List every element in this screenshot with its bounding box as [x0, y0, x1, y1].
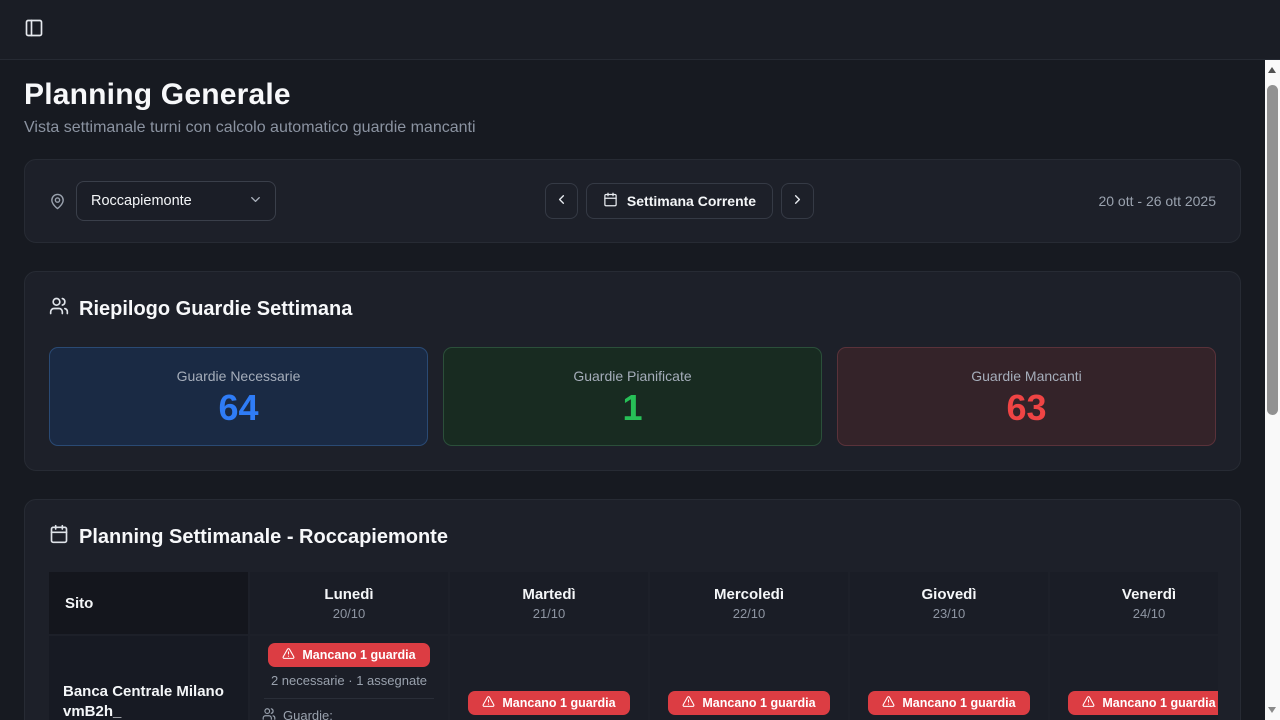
table-header-row: Sito Lunedì 20/10 Martedì 21/10 Mercoled…	[49, 572, 1218, 634]
page-title: Planning Generale	[24, 78, 1241, 112]
day-date: 20/10	[333, 606, 366, 621]
planning-title: Planning Settimanale - Roccapiemonte	[79, 526, 448, 549]
chevron-right-icon	[790, 192, 805, 210]
day-date: 21/10	[533, 606, 566, 621]
next-week-button[interactable]	[781, 183, 814, 219]
missing-guard-badge: Mancano 1 guardia	[268, 643, 429, 667]
planning-table: Sito Lunedì 20/10 Martedì 21/10 Mercoled…	[49, 572, 1218, 720]
column-header-sito: Sito	[49, 572, 250, 634]
prev-week-button[interactable]	[545, 183, 578, 219]
summary-title: Riepilogo Guardie Settimana	[79, 298, 352, 321]
column-header-venerdi: Venerdì 24/10	[1050, 572, 1218, 634]
filter-bar: Roccapiemonte Settimana Corrente	[24, 159, 1241, 243]
column-header-lunedi: Lunedì 20/10	[250, 572, 450, 634]
table-row: Banca Centrale Milano vmB2h_ Mancano 1 g…	[49, 636, 1218, 720]
day-date: 22/10	[733, 606, 766, 621]
day-name: Lunedì	[324, 586, 373, 603]
planning-card: Planning Settimanale - Roccapiemonte Sit…	[24, 499, 1241, 720]
sidebar-toggle-button[interactable]	[18, 14, 50, 46]
day-name: Giovedì	[921, 586, 976, 603]
missing-guard-badge: Mancano 1 guardia	[668, 691, 829, 715]
column-header-martedi: Martedì 21/10	[450, 572, 650, 634]
scrollbar-thumb[interactable]	[1267, 85, 1278, 415]
calendar-icon	[49, 524, 69, 550]
day-name: Venerdì	[1122, 586, 1176, 603]
cell-martedi: Mancano 1 guardia 1 necessarie · 0 asseg…	[450, 636, 650, 720]
page-subtitle: Vista settimanale turni con calcolo auto…	[24, 119, 1241, 137]
users-icon	[262, 707, 276, 720]
site-select[interactable]: Roccapiemonte	[76, 181, 276, 221]
scroll-up-arrow-icon[interactable]	[1268, 67, 1276, 73]
chevron-down-icon	[248, 192, 263, 211]
stat-value: 1	[622, 390, 642, 426]
cell-lunedi: Mancano 1 guardia 2 necessarie · 1 asseg…	[250, 636, 450, 720]
warning-triangle-icon	[682, 695, 695, 711]
users-icon	[49, 296, 69, 322]
stat-label: Guardie Necessarie	[177, 368, 301, 384]
badge-label: Mancano 1 guardia	[1102, 696, 1215, 710]
divider	[264, 698, 434, 699]
scroll-down-arrow-icon[interactable]	[1268, 707, 1276, 713]
current-week-label: Settimana Corrente	[627, 193, 756, 209]
missing-guard-badge: Mancano 1 guardia	[468, 691, 629, 715]
summary-card: Riepilogo Guardie Settimana Guardie Nece…	[24, 271, 1241, 471]
column-header-mercoledi: Mercoledì 22/10	[650, 572, 850, 634]
vertical-scrollbar[interactable]	[1265, 60, 1280, 720]
badge-label: Mancano 1 guardia	[902, 696, 1015, 710]
missing-guard-badge: Mancano 1 guardia	[868, 691, 1029, 715]
column-header-giovedi: Giovedì 23/10	[850, 572, 1050, 634]
day-date: 24/10	[1133, 606, 1166, 621]
stat-value: 63	[1006, 390, 1046, 426]
warning-triangle-icon	[1082, 695, 1095, 711]
stat-label: Guardie Pianificate	[573, 368, 691, 384]
warning-triangle-icon	[482, 695, 495, 711]
stat-value: 64	[218, 390, 258, 426]
stat-guardie-mancanti: Guardie Mancanti 63	[837, 347, 1216, 446]
guards-label: Guardie:	[283, 708, 333, 720]
panel-left-icon	[24, 18, 44, 41]
day-name: Mercoledì	[714, 586, 784, 603]
cell-mercoledi: Mancano 1 guardia 1 necessarie · 0 asseg…	[650, 636, 850, 720]
stat-guardie-pianificate: Guardie Pianificate 1	[443, 347, 822, 446]
stat-label: Guardie Mancanti	[971, 368, 1082, 384]
main-content: Planning Generale Vista settimanale turn…	[0, 60, 1265, 720]
site-select-value: Roccapiemonte	[91, 193, 192, 209]
cell-giovedi: Mancano 1 guardia 1 necessarie · 0 asseg…	[850, 636, 1050, 720]
site-name-cell: Banca Centrale Milano vmB2h_	[49, 636, 250, 720]
chevron-left-icon	[554, 192, 569, 210]
day-date: 23/10	[933, 606, 966, 621]
badge-label: Mancano 1 guardia	[702, 696, 815, 710]
top-bar	[0, 0, 1280, 60]
map-pin-icon	[49, 193, 66, 210]
calendar-icon	[603, 192, 618, 210]
warning-triangle-icon	[882, 695, 895, 711]
current-week-button[interactable]: Settimana Corrente	[586, 183, 773, 219]
day-name: Martedì	[522, 586, 575, 603]
badge-label: Mancano 1 guardia	[302, 648, 415, 662]
cell-stats: 2 necessarie · 1 assegnate	[262, 673, 436, 688]
missing-guard-badge: Mancano 1 guardia	[1068, 691, 1218, 715]
cell-venerdi: Mancano 1 guardia 1 necessarie · 0 asseg…	[1050, 636, 1218, 720]
warning-triangle-icon	[282, 647, 295, 663]
badge-label: Mancano 1 guardia	[502, 696, 615, 710]
stat-guardie-necessarie: Guardie Necessarie 64	[49, 347, 428, 446]
date-range-label: 20 ott - 26 ott 2025	[767, 193, 1216, 209]
